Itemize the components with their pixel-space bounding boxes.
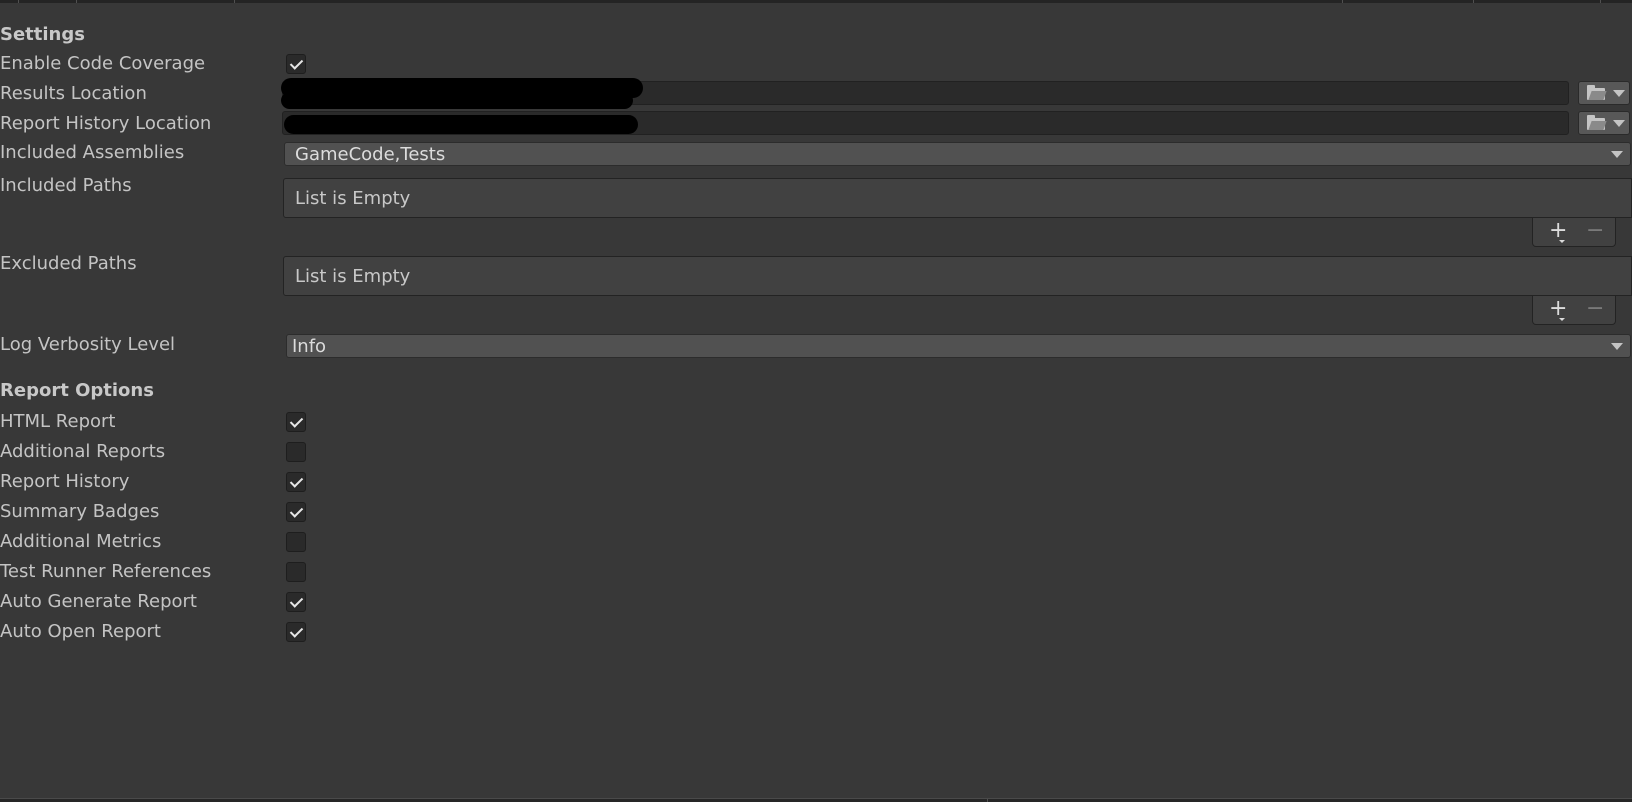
report-history-browse-button[interactable]: [1578, 111, 1630, 135]
auto-generate-report-label: Auto Generate Report: [0, 591, 197, 612]
additional-metrics-checkbox[interactable]: [286, 532, 306, 552]
excluded-paths-label: Excluded Paths: [0, 253, 137, 274]
settings-section-title: Settings: [0, 24, 85, 45]
redaction-mark: [281, 92, 633, 109]
results-location-browse-button[interactable]: [1578, 81, 1630, 105]
included-assemblies-label: Included Assemblies: [0, 142, 185, 163]
summary-badges-checkbox[interactable]: [286, 502, 306, 522]
included-paths-label: Included Paths: [0, 175, 132, 196]
folder-icon: [1587, 115, 1605, 130]
excluded-paths-list-footer: + −: [1532, 296, 1616, 325]
additional-metrics-label: Additional Metrics: [0, 531, 162, 552]
caret-down-icon: [1611, 151, 1623, 158]
report-history-location-label: Report History Location: [0, 113, 212, 134]
report-options-section-title: Report Options: [0, 380, 154, 401]
caret-down-icon: [1613, 120, 1625, 127]
html-report-label: HTML Report: [0, 411, 116, 432]
included-assemblies-dropdown[interactable]: GameCode,Tests: [284, 142, 1631, 166]
log-verbosity-dropdown[interactable]: Info: [286, 334, 1631, 358]
results-location-label: Results Location: [0, 83, 147, 104]
included-paths-list[interactable]: List is Empty: [283, 178, 1632, 218]
plus-icon[interactable]: +: [1549, 298, 1567, 321]
auto-open-report-label: Auto Open Report: [0, 621, 161, 642]
minus-icon[interactable]: −: [1586, 220, 1604, 242]
redaction-mark: [284, 115, 638, 134]
minus-icon[interactable]: −: [1586, 298, 1604, 320]
enable-code-coverage-label: Enable Code Coverage: [0, 53, 206, 74]
plus-icon[interactable]: +: [1549, 220, 1567, 243]
auto-open-report-checkbox[interactable]: [286, 622, 306, 642]
report-history-checkbox[interactable]: [286, 472, 306, 492]
additional-reports-label: Additional Reports: [0, 441, 166, 462]
caret-down-icon: [1611, 343, 1623, 350]
auto-generate-report-checkbox[interactable]: [286, 592, 306, 612]
enable-code-coverage-checkbox[interactable]: [286, 54, 306, 74]
included-paths-list-footer: + −: [1532, 218, 1616, 247]
summary-badges-label: Summary Badges: [0, 501, 160, 522]
caret-down-icon: [1613, 90, 1625, 97]
excluded-paths-empty-text: List is Empty: [295, 266, 411, 287]
log-verbosity-label: Log Verbosity Level: [0, 334, 176, 355]
folder-icon: [1587, 85, 1605, 100]
test-runner-references-checkbox[interactable]: [286, 562, 306, 582]
bottom-edge: [0, 798, 1632, 802]
report-history-label: Report History: [0, 471, 130, 492]
html-report-checkbox[interactable]: [286, 412, 306, 432]
excluded-paths-list[interactable]: List is Empty: [283, 256, 1632, 296]
top-toolbar-edge: [0, 0, 1632, 3]
included-paths-empty-text: List is Empty: [295, 188, 411, 209]
test-runner-references-label: Test Runner References: [0, 561, 212, 582]
log-verbosity-value: Info: [292, 336, 327, 357]
additional-reports-checkbox[interactable]: [286, 442, 306, 462]
included-assemblies-value: GameCode,Tests: [295, 144, 446, 165]
